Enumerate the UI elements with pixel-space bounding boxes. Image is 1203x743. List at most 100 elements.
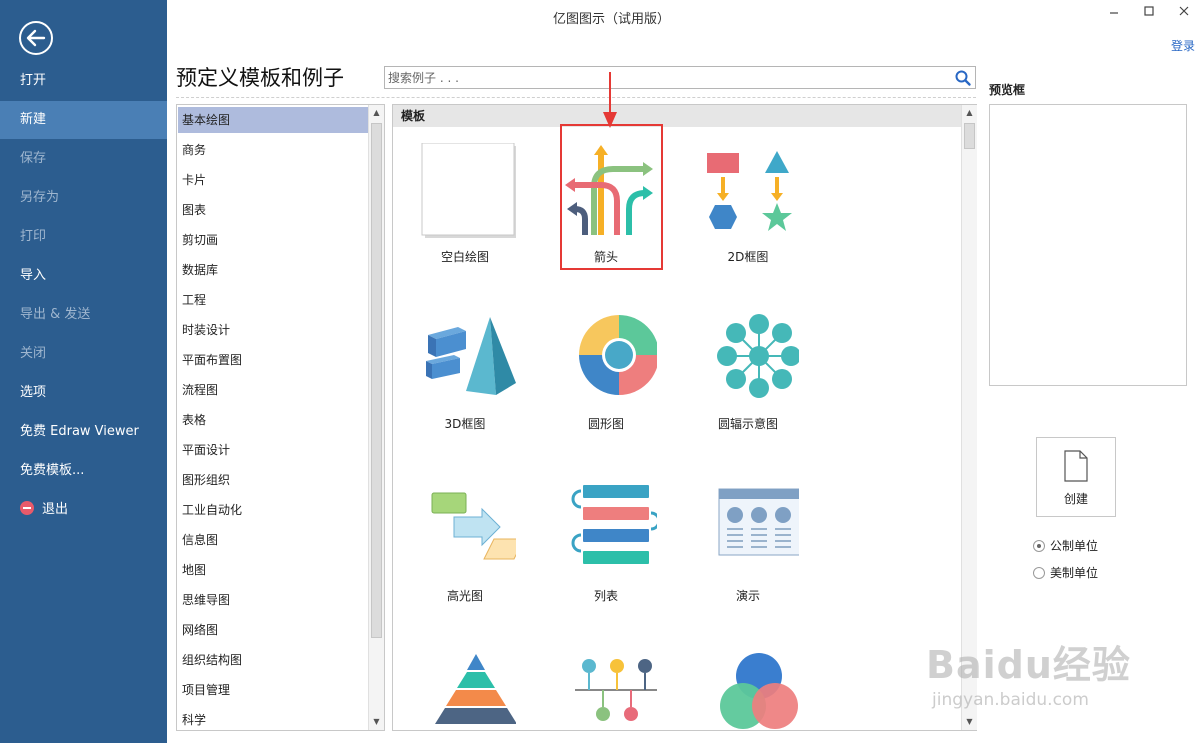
heading-divider	[176, 97, 976, 98]
unit-label: 美制单位	[1050, 566, 1099, 580]
template-label: 圆形图	[587, 417, 624, 431]
login-link[interactable]: 登录	[1171, 37, 1195, 54]
nav-save[interactable]: 保存	[0, 140, 167, 178]
circular-chart-thumbnail	[579, 315, 657, 395]
category-item[interactable]: 网络图	[178, 617, 368, 643]
template-label: 高光图	[446, 589, 483, 603]
scroll-thumb[interactable]	[964, 123, 975, 149]
unit-label: 公制单位	[1050, 539, 1099, 553]
category-item[interactable]: 信息图	[178, 527, 368, 553]
template-pyramid[interactable]	[410, 650, 520, 730]
category-item[interactable]: 卡片	[178, 167, 368, 193]
template-2d-block[interactable]: 2D框图	[693, 143, 803, 293]
category-item[interactable]: 组织结构图	[178, 647, 368, 673]
annotation-highlight-box	[560, 124, 663, 270]
new-document-icon	[1064, 450, 1088, 482]
template-timeline[interactable]	[551, 650, 661, 730]
category-scrollbar[interactable]: ▲ ▼	[368, 105, 384, 730]
nav-import[interactable]: 导入	[0, 257, 167, 295]
template-presentation[interactable]: 演示	[693, 485, 803, 635]
pyramid-thumbnail	[435, 654, 516, 724]
category-item[interactable]: 思维导图	[178, 587, 368, 613]
template-label: 空白绘图	[440, 250, 489, 264]
list-thumbnail	[571, 485, 657, 564]
category-item[interactable]: 基本绘图	[178, 107, 368, 133]
category-item[interactable]: 数据库	[178, 257, 368, 283]
blank-page-thumbnail	[421, 143, 516, 238]
nav-save-as[interactable]: 另存为	[0, 179, 167, 217]
template-label: 3D框图	[444, 417, 486, 431]
category-item[interactable]: 流程图	[178, 377, 368, 403]
preview-box	[989, 104, 1187, 386]
category-item[interactable]: 图形组织	[178, 467, 368, 493]
category-item[interactable]: 时装设计	[178, 317, 368, 343]
category-item[interactable]: 工程	[178, 287, 368, 313]
template-radial[interactable]: 圆辐示意图	[693, 313, 803, 463]
unit-option-metric[interactable]: 公制单位	[1033, 537, 1098, 553]
template-circular[interactable]: 圆形图	[551, 313, 661, 463]
3d-block-thumbnail	[426, 317, 516, 395]
window-title: 亿图图示（试用版）	[552, 12, 670, 27]
category-item[interactable]: 商务	[178, 137, 368, 163]
category-list: 基本绘图 商务 卡片 图表 剪切画 数据库 工程 时装设计 平面布置图 流程图 …	[176, 104, 385, 731]
template-list[interactable]: 列表	[551, 485, 661, 635]
template-blank[interactable]: 空白绘图	[410, 143, 520, 293]
backstage-sidebar: 打开 新建 保存 另存为 打印 导入 导出 & 发送 关闭 选项 免费 Edra…	[0, 0, 167, 743]
app-window: 打开 新建 保存 另存为 打印 导入 导出 & 发送 关闭 选项 免费 Edra…	[0, 0, 1203, 743]
maximize-icon	[1144, 6, 1154, 16]
category-item[interactable]: 工业自动化	[178, 497, 368, 523]
category-item[interactable]: 地图	[178, 557, 368, 583]
nav-close[interactable]: 关闭	[0, 335, 167, 373]
search-input[interactable]	[388, 69, 948, 86]
create-button[interactable]: 创建	[1036, 437, 1116, 517]
close-icon	[1179, 6, 1189, 16]
category-item[interactable]: 剪切画	[178, 227, 368, 253]
watermark-brand: Baidu经验	[926, 643, 1131, 687]
radio-metric[interactable]	[1033, 540, 1045, 552]
nav-print[interactable]: 打印	[0, 218, 167, 256]
category-item[interactable]: 图表	[178, 197, 368, 223]
nav-free-viewer[interactable]: 免费 Edraw Viewer	[0, 413, 167, 451]
category-item[interactable]: 科学	[178, 707, 368, 733]
unit-option-us[interactable]: 美制单位	[1033, 564, 1098, 580]
templates-panel: 模板 空白绘图 箭头 2D框图 3D框图 圆形图 圆辐示意图 高光图 列表 演示…	[392, 104, 977, 731]
scroll-down-icon[interactable]: ▼	[369, 714, 384, 730]
nav-options[interactable]: 选项	[0, 374, 167, 412]
venn-thumbnail	[720, 653, 798, 729]
template-highlight[interactable]: 高光图	[410, 485, 520, 635]
search-icon[interactable]	[954, 69, 972, 87]
create-label: 创建	[1063, 492, 1088, 506]
exit-icon	[20, 501, 34, 515]
nav-exit[interactable]: 退出	[0, 491, 167, 529]
template-venn[interactable]	[693, 650, 803, 730]
category-item[interactable]: 平面设计	[178, 437, 368, 463]
2d-block-thumbnail	[707, 151, 792, 231]
page-heading: 预定义模板和例子	[176, 66, 344, 90]
minimize-icon	[1110, 12, 1118, 14]
nav-exit-label: 退出	[42, 502, 69, 517]
category-item[interactable]: 项目管理	[178, 677, 368, 703]
category-item[interactable]: 平面布置图	[178, 347, 368, 373]
scroll-thumb[interactable]	[371, 123, 382, 638]
presentation-thumbnail	[718, 488, 799, 556]
search-box[interactable]	[384, 66, 976, 89]
nav-export-send[interactable]: 导出 & 发送	[0, 296, 167, 334]
nav-new[interactable]: 新建	[0, 101, 167, 139]
close-window-button[interactable]	[1172, 4, 1196, 22]
template-label: 演示	[735, 589, 760, 603]
template-3d-block[interactable]: 3D框图	[410, 313, 520, 463]
template-label: 列表	[593, 589, 618, 603]
preview-label: 预览框	[989, 83, 1026, 97]
minimize-button[interactable]	[1102, 4, 1126, 22]
baidu-watermark: Baidu经验 jingyan.baidu.com	[920, 612, 1190, 722]
nav-free-templates[interactable]: 免费模板...	[0, 452, 167, 490]
maximize-button[interactable]	[1137, 4, 1161, 22]
category-item[interactable]: 表格	[178, 407, 368, 433]
highlight-chart-thumbnail	[431, 492, 516, 560]
nav-open[interactable]: 打开	[0, 62, 167, 100]
template-label: 圆辐示意图	[717, 417, 778, 431]
scroll-up-icon[interactable]: ▲	[369, 105, 384, 121]
annotation-arrow-icon	[603, 72, 617, 128]
radio-us[interactable]	[1033, 567, 1045, 579]
scroll-up-icon[interactable]: ▲	[962, 105, 977, 121]
